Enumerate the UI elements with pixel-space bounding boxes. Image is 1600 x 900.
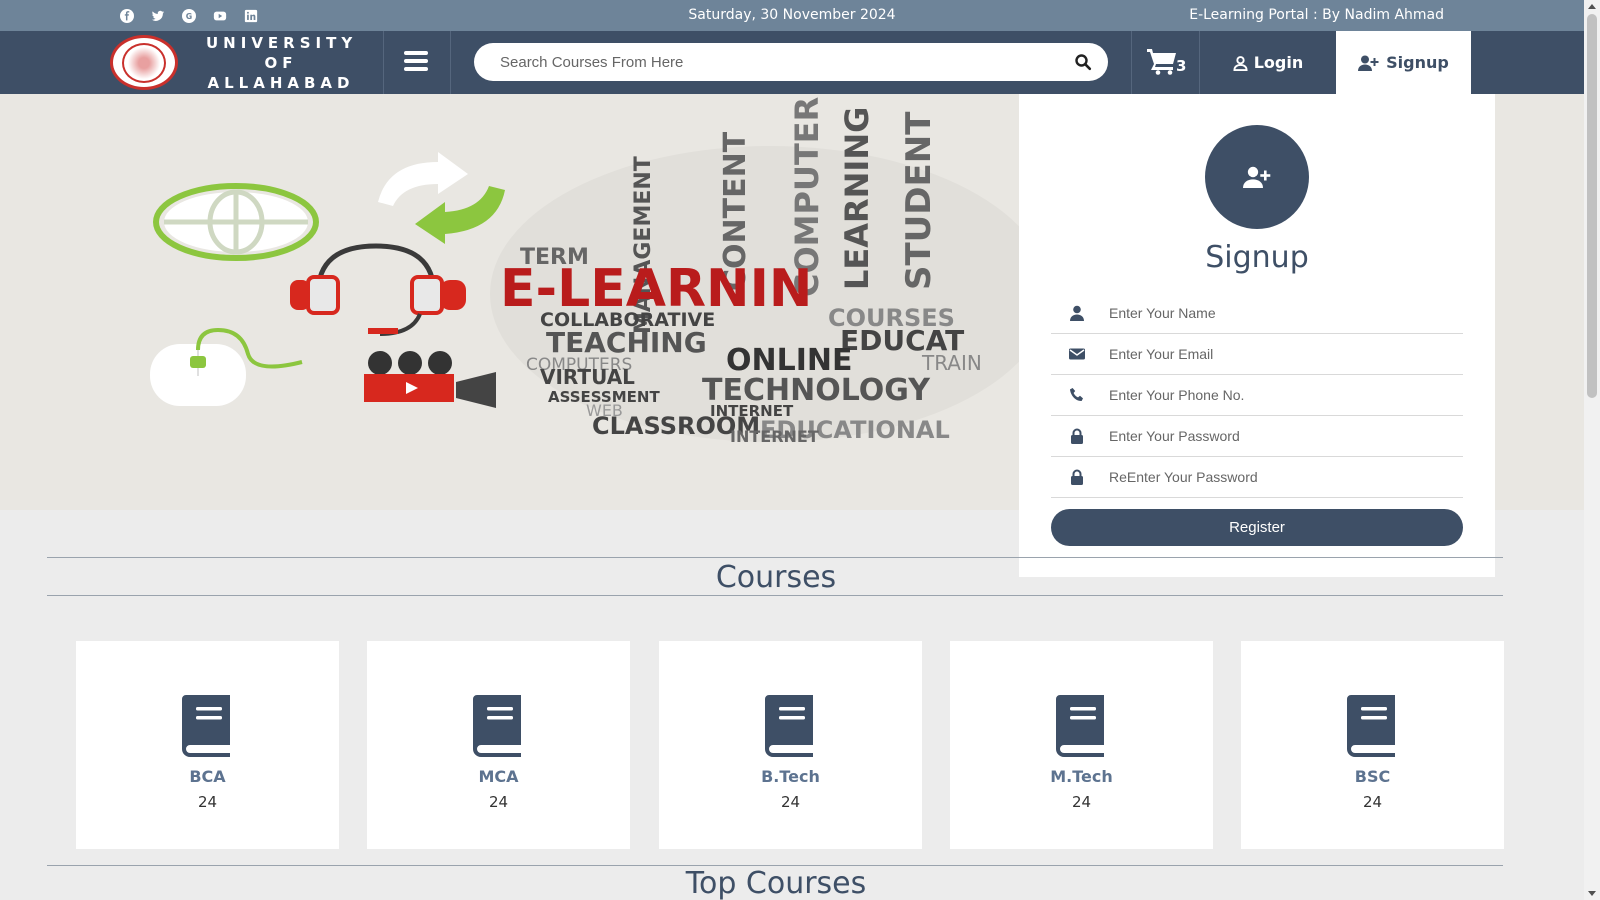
signup-title: Signup xyxy=(1205,240,1309,275)
search-icon[interactable] xyxy=(1074,53,1092,71)
brand-line-1: UNIVERSITY xyxy=(206,34,358,52)
scroll-down-icon[interactable] xyxy=(1588,891,1596,896)
user-plus-icon xyxy=(1358,55,1379,71)
confirm-password-field xyxy=(1051,457,1463,498)
scroll-up-icon[interactable] xyxy=(1588,4,1596,9)
course-card-bsc[interactable]: BSC 24 xyxy=(1241,641,1504,849)
user-icon xyxy=(1070,305,1084,321)
signup-label: Signup xyxy=(1386,53,1449,72)
password-input[interactable] xyxy=(1109,428,1463,444)
course-count: 24 xyxy=(780,793,801,811)
portal-credit: E-Learning Portal : By Nadim Ahmad xyxy=(1189,7,1444,23)
envelope-icon xyxy=(1069,348,1085,360)
search-bar xyxy=(474,43,1108,81)
section-divider xyxy=(47,595,1503,596)
course-name: BCA xyxy=(189,767,226,786)
word-cloud: MANAGEMENT CONTENT COMPUTER LEARNING STU… xyxy=(490,97,1050,446)
confirm-password-input[interactable] xyxy=(1109,469,1463,485)
mouse-icon xyxy=(150,327,303,406)
section-divider xyxy=(47,557,1503,558)
globe-icon xyxy=(153,183,319,261)
phone-input[interactable] xyxy=(1109,387,1463,403)
cart-button[interactable]: 3 xyxy=(1146,47,1186,75)
university-logo[interactable] xyxy=(110,35,178,90)
book-icon xyxy=(765,695,813,757)
book-icon xyxy=(1056,695,1104,757)
main-navbar: UNIVERSITY OF ALLAHABAD 3 Login Signup xyxy=(0,31,1584,94)
login-button[interactable]: Login xyxy=(1200,31,1336,94)
menu-toggle-icon[interactable] xyxy=(404,51,428,71)
headset-icon xyxy=(290,243,466,336)
course-name: B.Tech xyxy=(761,767,820,786)
word-virtual: VIRTUAL xyxy=(540,365,635,389)
course-count: 24 xyxy=(488,793,509,811)
word-train: TRAIN xyxy=(921,351,982,375)
lock-icon xyxy=(1071,428,1083,444)
login-label: Login xyxy=(1253,53,1304,72)
nav-divider xyxy=(450,31,451,94)
courses-heading: Courses xyxy=(715,560,837,595)
phone-icon xyxy=(1070,388,1083,402)
email-field xyxy=(1051,334,1463,375)
elearning-illustration: MANAGEMENT CONTENT COMPUTER LEARNING STU… xyxy=(150,97,1050,446)
course-card-btech[interactable]: B.Tech 24 xyxy=(659,641,922,849)
password-field xyxy=(1051,416,1463,457)
page-scrollbar[interactable] xyxy=(1584,0,1600,900)
course-card-mca[interactable]: MCA 24 xyxy=(367,641,630,849)
register-button[interactable]: Register xyxy=(1051,509,1463,546)
search-input[interactable] xyxy=(500,51,1040,73)
course-count: 24 xyxy=(197,793,218,811)
scroll-thumb[interactable] xyxy=(1587,14,1597,398)
course-name: BSC xyxy=(1354,767,1391,786)
nav-divider xyxy=(1131,31,1132,94)
phone-field xyxy=(1051,375,1463,416)
logo-emblem xyxy=(122,42,166,83)
brand-line-3: ALLAHABAD xyxy=(207,74,355,92)
email-input[interactable] xyxy=(1109,346,1463,362)
brand-line-2: OF xyxy=(264,54,298,72)
projector-icon xyxy=(364,351,496,408)
nav-divider xyxy=(383,31,384,94)
course-count: 24 xyxy=(1362,793,1383,811)
name-input[interactable] xyxy=(1109,305,1463,321)
word-educational: INTERNET xyxy=(730,427,819,446)
user-plus-icon xyxy=(1243,166,1271,188)
lock-icon xyxy=(1071,469,1083,485)
user-outline-icon xyxy=(1233,55,1248,71)
book-icon xyxy=(473,695,521,757)
book-icon xyxy=(1347,695,1395,757)
cart-icon xyxy=(1147,49,1176,75)
refresh-icon xyxy=(378,152,505,244)
word-student: STUDENT xyxy=(899,111,939,290)
signup-avatar xyxy=(1205,125,1309,229)
cart-count: 3 xyxy=(1176,57,1187,75)
book-icon xyxy=(182,695,230,757)
signup-panel: Signup Register xyxy=(1019,94,1495,577)
top-info-bar: G Saturday, 30 November 2024 E-Learning … xyxy=(0,0,1584,31)
brand-name[interactable]: UNIVERSITY OF ALLAHABAD xyxy=(206,33,356,93)
course-name: MCA xyxy=(478,767,519,786)
course-count: 24 xyxy=(1071,793,1092,811)
course-card-mtech[interactable]: M.Tech 24 xyxy=(950,641,1213,849)
signup-button[interactable]: Signup xyxy=(1336,31,1471,94)
word-learning: LEARNING xyxy=(838,107,876,290)
top-courses-heading: Top Courses xyxy=(685,866,867,900)
course-card-bca[interactable]: BCA 24 xyxy=(76,641,339,849)
course-name: M.Tech xyxy=(1050,767,1113,786)
name-field xyxy=(1051,293,1463,334)
